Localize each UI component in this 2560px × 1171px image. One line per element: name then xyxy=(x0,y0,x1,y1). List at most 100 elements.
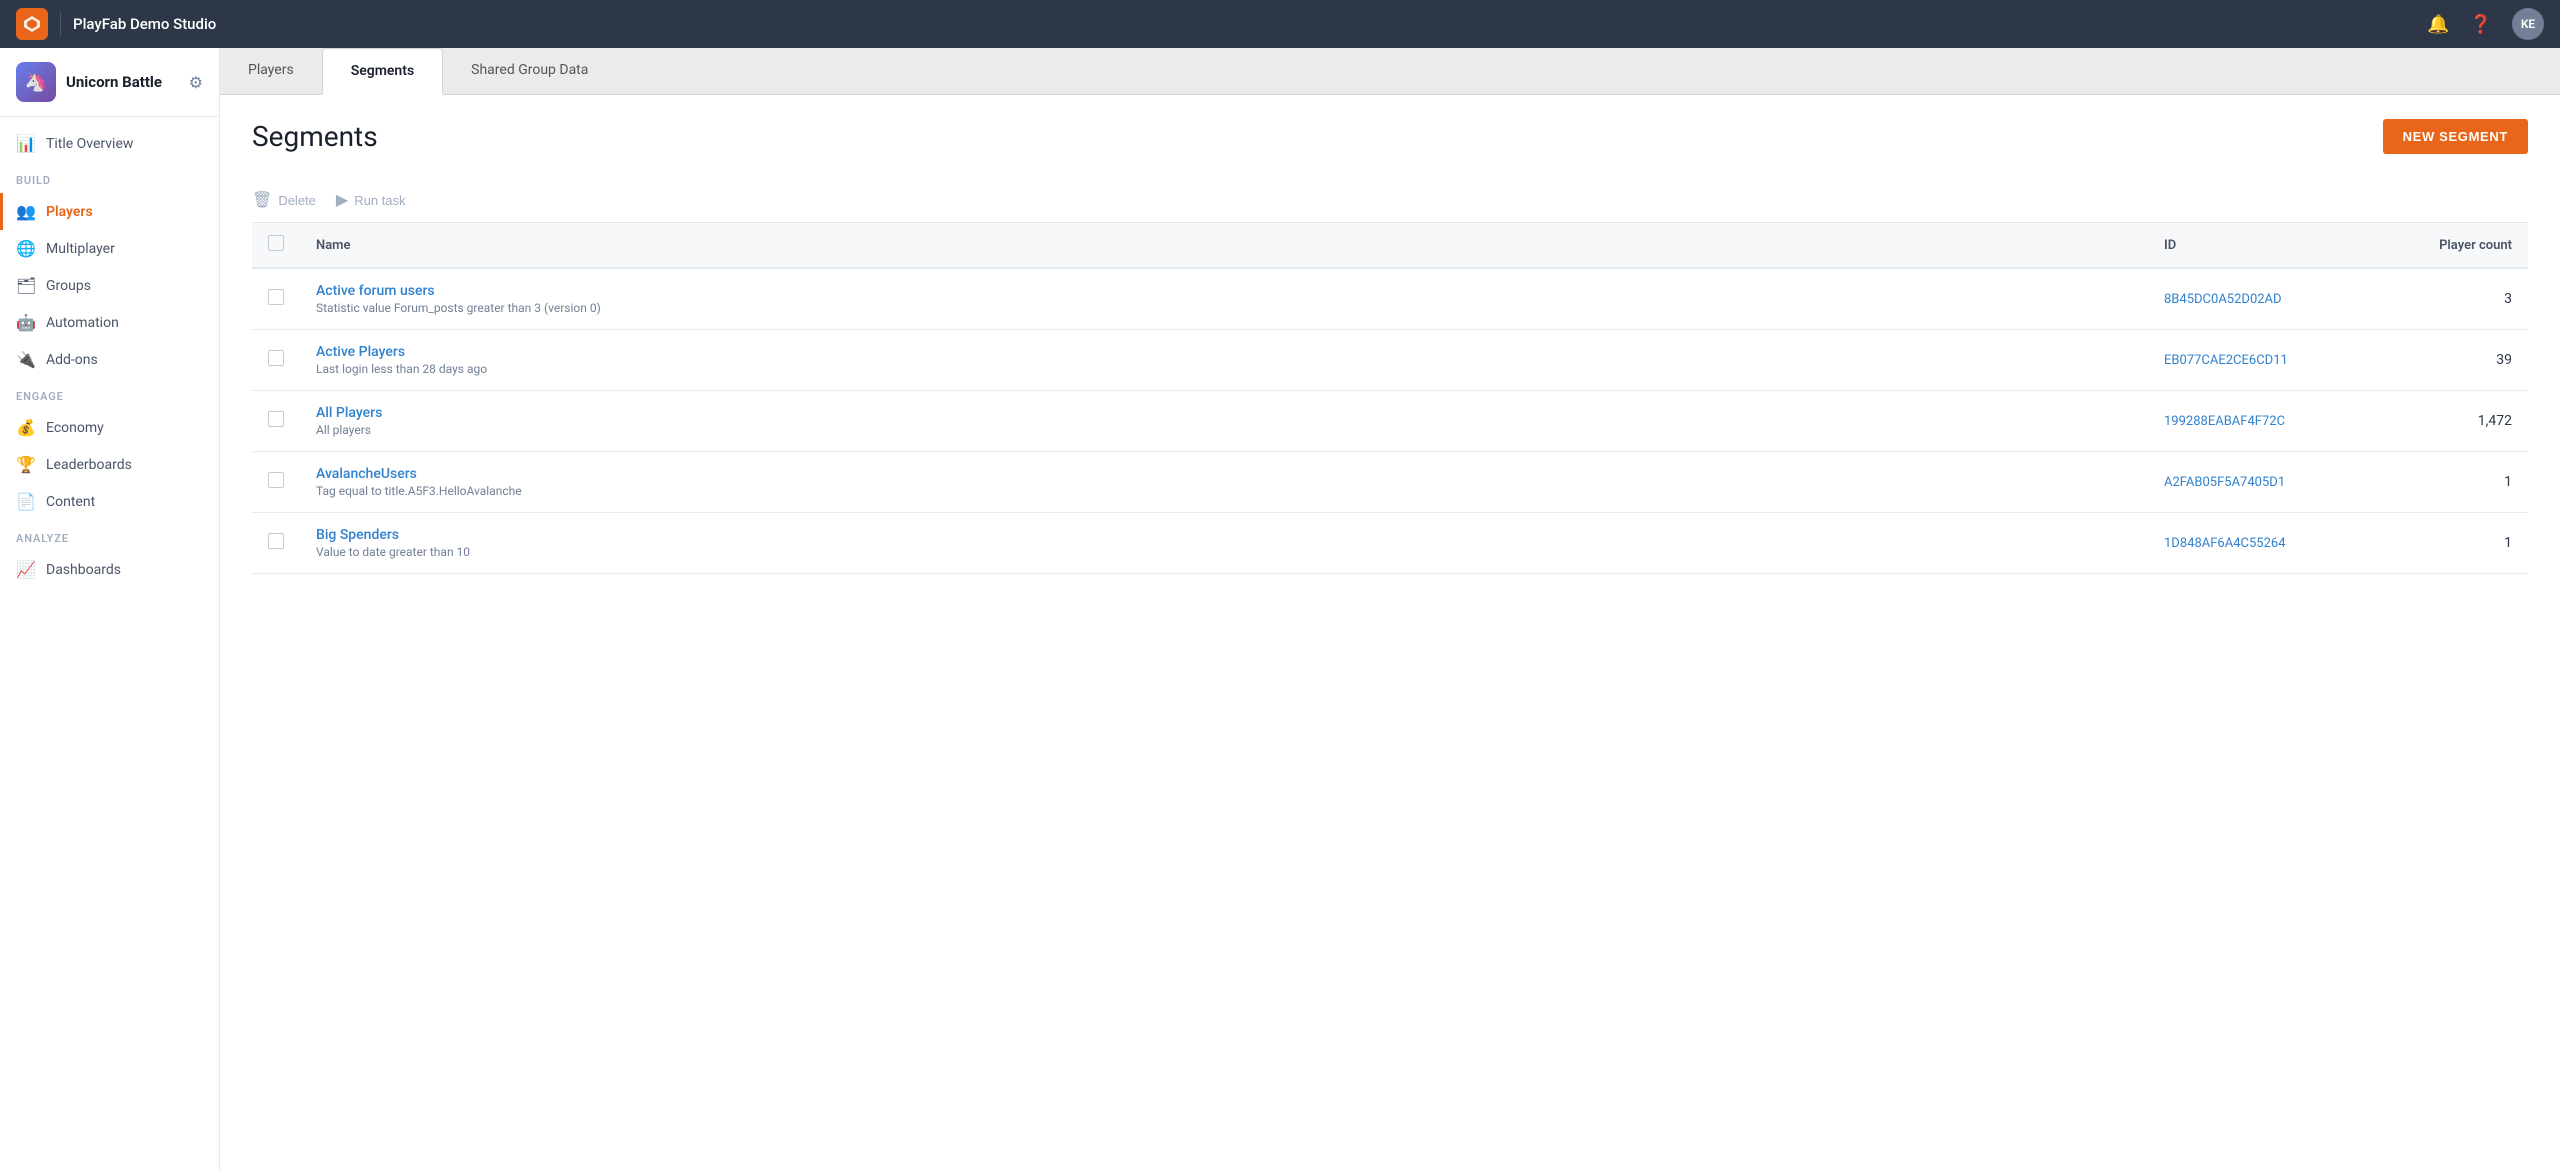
row-checkbox-cell xyxy=(252,268,300,330)
th-id: ID xyxy=(2148,223,2368,268)
row-checkbox-2[interactable] xyxy=(268,411,284,427)
tab-shared-group-data[interactable]: Shared Group Data xyxy=(443,48,616,94)
economy-icon: 💰 xyxy=(16,418,36,437)
table-row: All Players All players 199288EABAF4F72C… xyxy=(252,391,2528,452)
th-player-count: Player count xyxy=(2368,223,2528,268)
segment-desc-4: Value to date greater than 10 xyxy=(316,545,2132,559)
segment-id-3[interactable]: A2FAB05F5A7405D1 xyxy=(2164,475,2285,490)
game-title: Unicorn Battle xyxy=(66,73,162,91)
main-content: Players Segments Shared Group Data Segme… xyxy=(220,48,2560,1171)
sidebar: 🦄 Unicorn Battle ⚙ 📊 Title Overview BUIL… xyxy=(0,48,220,1171)
table-row: Active forum users Statistic value Forum… xyxy=(252,268,2528,330)
sidebar-nav: 📊 Title Overview BUILD 👥 Players 🌐 Multi… xyxy=(0,117,219,1171)
segment-name-1[interactable]: Active Players xyxy=(316,344,2132,360)
row-checkbox-0[interactable] xyxy=(268,289,284,305)
segment-id-4[interactable]: 1D848AF6A4C55264 xyxy=(2164,536,2286,551)
delete-icon: 🗑 xyxy=(252,190,272,210)
multiplayer-icon: 🌐 xyxy=(16,239,36,258)
row-name-cell: Active Players Last login less than 28 d… xyxy=(300,330,2148,391)
sidebar-item-label-economy: Economy xyxy=(46,420,104,436)
table-header: Name ID Player count xyxy=(252,223,2528,268)
row-checkbox-cell xyxy=(252,330,300,391)
row-name-cell: Big Spenders Value to date greater than … xyxy=(300,513,2148,574)
run-task-icon: ▶ xyxy=(336,190,348,210)
sidebar-item-label-multiplayer: Multiplayer xyxy=(46,241,115,257)
sidebar-item-multiplayer[interactable]: 🌐 Multiplayer xyxy=(0,230,219,267)
sidebar-item-players[interactable]: 👥 Players xyxy=(0,193,219,230)
nav-divider xyxy=(60,12,61,36)
row-checkbox-cell xyxy=(252,513,300,574)
game-icon: 🦄 xyxy=(16,62,56,102)
row-name-cell: AvalancheUsers Tag equal to title.A5F3.H… xyxy=(300,452,2148,513)
user-avatar[interactable]: KE xyxy=(2512,8,2544,40)
segment-id-1[interactable]: EB077CAE2CE6CD11 xyxy=(2164,353,2288,368)
automation-icon: 🤖 xyxy=(16,313,36,332)
row-checkbox-cell xyxy=(252,452,300,513)
sidebar-item-label-players: Players xyxy=(46,204,93,220)
sidebar-item-label-content: Content xyxy=(46,494,95,510)
sidebar-item-add-ons[interactable]: 🔌 Add-ons xyxy=(0,341,219,378)
page-title: Segments xyxy=(252,120,378,153)
segment-id-0[interactable]: 8B45DC0A52D02AD xyxy=(2164,292,2282,307)
segment-name-4[interactable]: Big Spenders xyxy=(316,527,2132,543)
game-header: 🦄 Unicorn Battle ⚙ xyxy=(0,48,219,117)
row-checkbox-4[interactable] xyxy=(268,533,284,549)
app-layout: 🦄 Unicorn Battle ⚙ 📊 Title Overview BUIL… xyxy=(0,48,2560,1171)
notification-icon[interactable]: 🔔 xyxy=(2427,14,2449,35)
th-name: Name xyxy=(300,223,2148,268)
row-checkbox-3[interactable] xyxy=(268,472,284,488)
segment-desc-1: Last login less than 28 days ago xyxy=(316,362,2132,376)
row-name-cell: All Players All players xyxy=(300,391,2148,452)
row-count-cell: 1 xyxy=(2368,452,2528,513)
section-label-analyze: ANALYZE xyxy=(0,520,219,551)
section-label-build: BUILD xyxy=(0,162,219,193)
sidebar-item-label-automation: Automation xyxy=(46,315,119,331)
row-id-cell: 199288EABAF4F72C xyxy=(2148,391,2368,452)
sidebar-item-title-overview[interactable]: 📊 Title Overview xyxy=(0,125,219,162)
segment-name-0[interactable]: Active forum users xyxy=(316,283,2132,299)
segment-name-2[interactable]: All Players xyxy=(316,405,2132,421)
help-icon[interactable]: ❓ xyxy=(2470,14,2492,35)
table-row: AvalancheUsers Tag equal to title.A5F3.H… xyxy=(252,452,2528,513)
title-overview-icon: 📊 xyxy=(16,134,36,153)
sidebar-item-groups[interactable]: 🗂 Groups xyxy=(0,267,219,304)
top-nav: PlayFab Demo Studio 🔔 ❓ KE xyxy=(0,0,2560,48)
row-id-cell: 8B45DC0A52D02AD xyxy=(2148,268,2368,330)
segment-desc-0: Statistic value Forum_posts greater than… xyxy=(316,301,2132,315)
segment-name-3[interactable]: AvalancheUsers xyxy=(316,466,2132,482)
segments-table: Name ID Player count Active forum users xyxy=(252,223,2528,574)
tab-players[interactable]: Players xyxy=(220,48,322,94)
row-checkbox-cell xyxy=(252,391,300,452)
th-checkbox xyxy=(252,223,300,268)
sidebar-item-automation[interactable]: 🤖 Automation xyxy=(0,304,219,341)
content-icon: 📄 xyxy=(16,492,36,511)
table-body: Active forum users Statistic value Forum… xyxy=(252,268,2528,574)
sidebar-item-content[interactable]: 📄 Content xyxy=(0,483,219,520)
row-count-cell: 3 xyxy=(2368,268,2528,330)
settings-icon[interactable]: ⚙ xyxy=(189,73,203,92)
leaderboards-icon: 🏆 xyxy=(16,455,36,474)
tab-segments[interactable]: Segments xyxy=(322,48,443,95)
row-id-cell: 1D848AF6A4C55264 xyxy=(2148,513,2368,574)
segment-desc-2: All players xyxy=(316,423,2132,437)
table-row: Active Players Last login less than 28 d… xyxy=(252,330,2528,391)
select-all-checkbox[interactable] xyxy=(268,235,284,251)
segment-id-2[interactable]: 199288EABAF4F72C xyxy=(2164,414,2285,429)
sidebar-item-label-title-overview: Title Overview xyxy=(46,136,133,152)
sidebar-item-label-add-ons: Add-ons xyxy=(46,352,98,368)
sidebar-item-dashboards[interactable]: 📈 Dashboards xyxy=(0,551,219,588)
row-count-cell: 1,472 xyxy=(2368,391,2528,452)
sidebar-item-label-leaderboards: Leaderboards xyxy=(46,457,132,473)
run-task-button: ▶ Run task xyxy=(336,190,406,210)
row-checkbox-1[interactable] xyxy=(268,350,284,366)
new-segment-button[interactable]: NEW SEGMENT xyxy=(2383,119,2528,154)
table-toolbar: 🗑 Delete ▶ Run task xyxy=(252,178,2528,223)
row-id-cell: EB077CAE2CE6CD11 xyxy=(2148,330,2368,391)
groups-icon: 🗂 xyxy=(16,276,36,295)
delete-button: 🗑 Delete xyxy=(252,190,316,210)
sidebar-item-economy[interactable]: 💰 Economy xyxy=(0,409,219,446)
row-count-cell: 39 xyxy=(2368,330,2528,391)
sidebar-item-leaderboards[interactable]: 🏆 Leaderboards xyxy=(0,446,219,483)
tab-bar: Players Segments Shared Group Data xyxy=(220,48,2560,95)
page-area: Segments NEW SEGMENT 🗑 Delete ▶ Run task xyxy=(220,95,2560,1171)
